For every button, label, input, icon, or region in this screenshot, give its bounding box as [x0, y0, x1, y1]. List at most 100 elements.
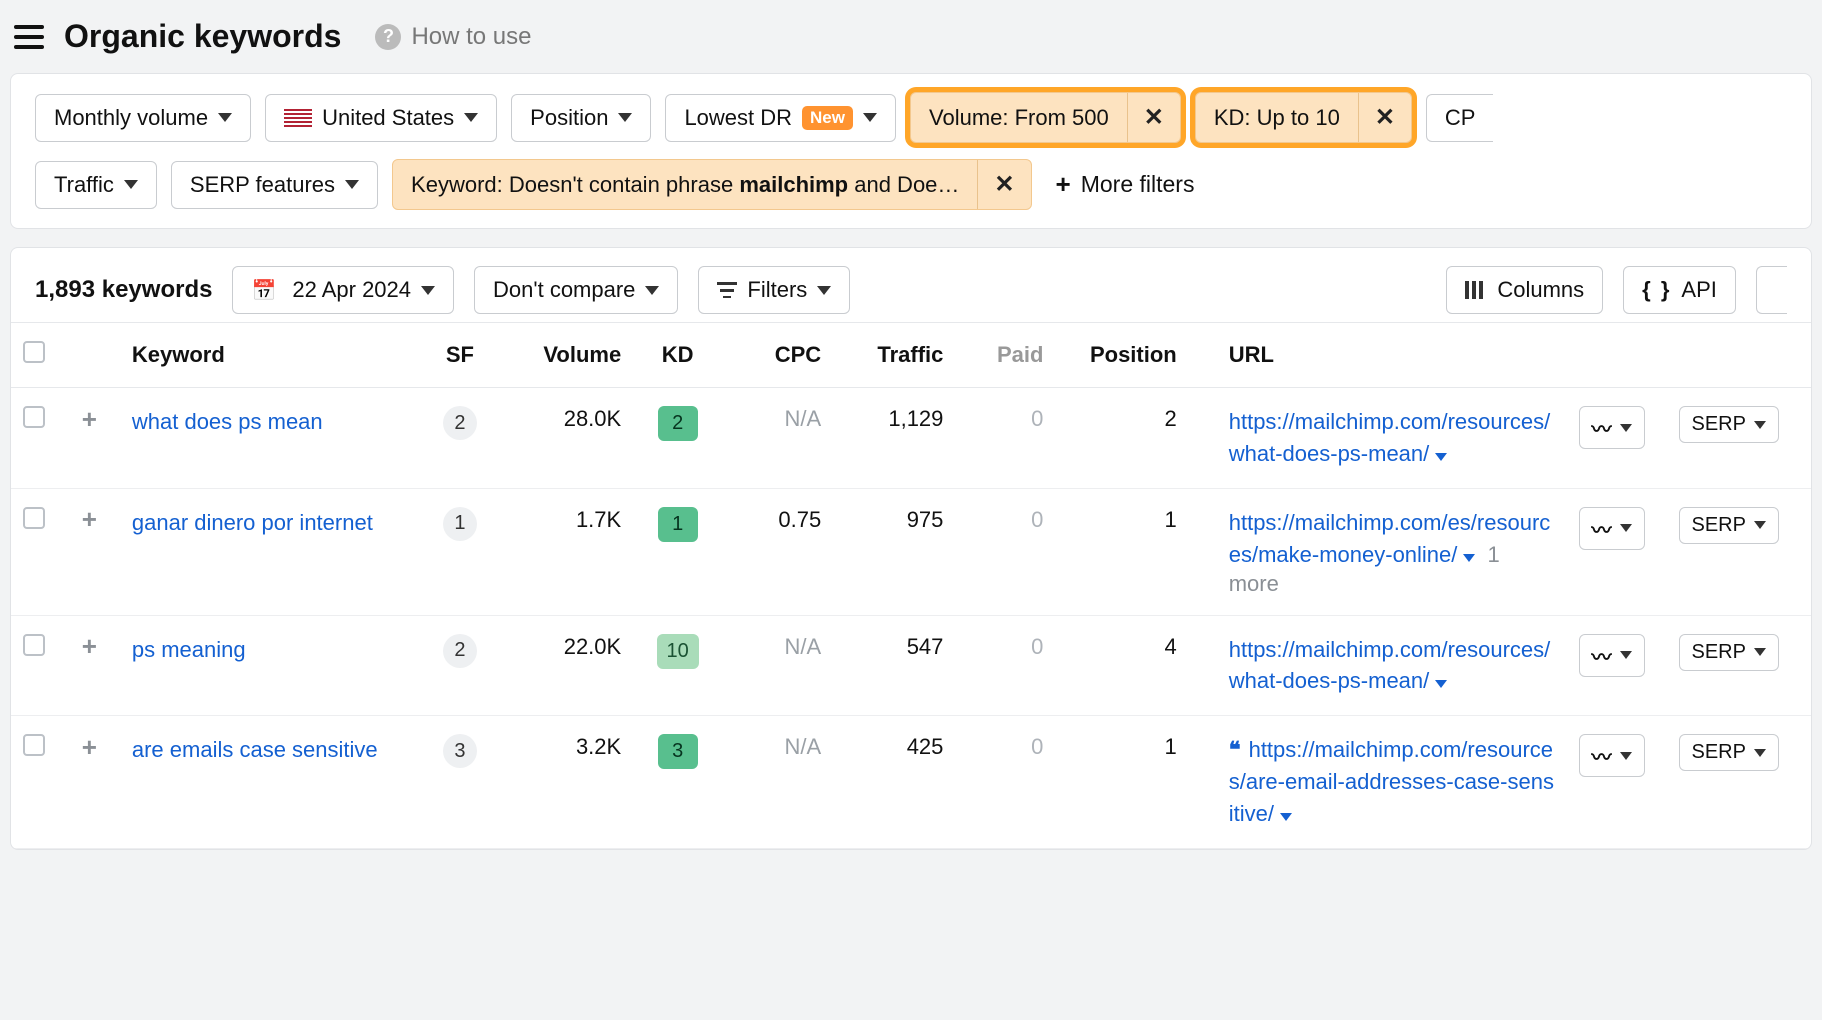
serp-features-label: SERP features	[190, 172, 335, 198]
expand-icon[interactable]: +	[76, 507, 102, 533]
trend-button[interactable]	[1579, 734, 1645, 777]
filter-panel: Monthly volume United States Position Lo…	[10, 73, 1812, 229]
api-button[interactable]: API	[1623, 266, 1736, 314]
volume-value: 1.7K	[500, 488, 633, 615]
flag-us-icon	[284, 109, 312, 127]
url-link[interactable]: https://mailchimp.com/resources/what-doe…	[1229, 409, 1551, 466]
position-value: 1	[1055, 716, 1188, 849]
page-header: Organic keywords ? How to use	[0, 0, 1822, 73]
chevron-down-icon[interactable]	[1435, 680, 1447, 688]
traffic-value: 425	[833, 716, 955, 849]
expand-icon[interactable]: +	[76, 634, 102, 660]
keyword-chip[interactable]: Keyword: Doesn't contain phrase mailchim…	[392, 159, 1032, 210]
traffic-value: 975	[833, 488, 955, 615]
keyword-chip-label: Keyword: Doesn't contain phrase mailchim…	[393, 162, 977, 208]
table-row: + are emails case sensitive 3 3.2K 3 N/A…	[11, 716, 1811, 849]
columns-button[interactable]: Columns	[1446, 266, 1603, 314]
expand-icon[interactable]: +	[76, 734, 102, 760]
featured-snippet-icon: ❝	[1229, 737, 1241, 762]
url-link[interactable]: https://mailchimp.com/resources/are-emai…	[1229, 737, 1554, 826]
col-traffic[interactable]: Traffic	[833, 323, 955, 388]
sf-badge[interactable]: 3	[443, 734, 477, 768]
expand-icon[interactable]: +	[76, 406, 102, 432]
cpc-filter-partial[interactable]: CP	[1426, 94, 1494, 142]
volume-chip[interactable]: Volume: From 500 ✕	[910, 92, 1181, 143]
chevron-down-icon	[1620, 424, 1632, 432]
trend-button[interactable]	[1579, 634, 1645, 677]
plus-icon: +	[1056, 169, 1071, 200]
serp-features-filter[interactable]: SERP features	[171, 161, 378, 209]
col-volume[interactable]: Volume	[500, 323, 633, 388]
traffic-value: 1,129	[833, 388, 955, 489]
menu-icon[interactable]	[14, 25, 44, 49]
date-picker[interactable]: 22 Apr 2024	[232, 266, 454, 314]
how-to-use-link[interactable]: ? How to use	[375, 23, 531, 51]
row-checkbox[interactable]	[23, 507, 45, 529]
sf-badge[interactable]: 2	[443, 634, 477, 668]
country-filter[interactable]: United States	[265, 94, 497, 142]
volume-value: 22.0K	[500, 615, 633, 716]
table-header-row: Keyword SF Volume KD CPC Traffic Paid Po…	[11, 323, 1811, 388]
calendar-icon	[251, 277, 282, 303]
col-kd[interactable]: KD	[633, 323, 722, 388]
url-link[interactable]: https://mailchimp.com/es/resources/make-…	[1229, 510, 1551, 567]
position-filter[interactable]: Position	[511, 94, 651, 142]
keyword-link[interactable]: are emails case sensitive	[132, 737, 378, 762]
more-filters-button[interactable]: + More filters	[1046, 161, 1205, 208]
results-table-wrap: Keyword SF Volume KD CPC Traffic Paid Po…	[10, 322, 1812, 850]
chevron-down-icon	[1620, 752, 1632, 760]
close-icon[interactable]: ✕	[977, 160, 1030, 209]
chevron-down-icon	[421, 286, 435, 295]
chevron-down-icon[interactable]	[1463, 554, 1475, 562]
serp-button[interactable]: SERP	[1679, 406, 1779, 443]
volume-value: 3.2K	[500, 716, 633, 849]
col-url[interactable]: URL	[1189, 323, 1567, 388]
serp-button[interactable]: SERP	[1679, 634, 1779, 671]
trend-icon	[1592, 514, 1612, 543]
sf-badge[interactable]: 1	[443, 507, 477, 541]
overflow-button-partial[interactable]	[1756, 266, 1787, 314]
lowest-dr-filter[interactable]: Lowest DR New	[665, 94, 896, 142]
serp-button[interactable]: SERP	[1679, 507, 1779, 544]
trend-button[interactable]	[1579, 507, 1645, 550]
keyword-chip-bold: mailchimp	[739, 172, 848, 197]
col-paid[interactable]: Paid	[955, 323, 1055, 388]
traffic-filter[interactable]: Traffic	[35, 161, 157, 209]
keyword-link[interactable]: ganar dinero por internet	[132, 510, 373, 535]
position-value: 1	[1055, 488, 1188, 615]
results-toolbar: 1,893 keywords 22 Apr 2024 Don't compare…	[10, 247, 1812, 322]
row-checkbox[interactable]	[23, 734, 45, 756]
serp-button[interactable]: SERP	[1679, 734, 1779, 771]
chevron-down-icon[interactable]	[1435, 453, 1447, 461]
col-position[interactable]: Position	[1055, 323, 1188, 388]
trend-button[interactable]	[1579, 406, 1645, 449]
close-icon[interactable]: ✕	[1358, 93, 1411, 142]
select-all-checkbox[interactable]	[23, 341, 45, 363]
trend-icon	[1592, 413, 1612, 442]
chevron-down-icon	[645, 286, 659, 295]
row-checkbox[interactable]	[23, 406, 45, 428]
monthly-volume-filter[interactable]: Monthly volume	[35, 94, 251, 142]
col-cpc[interactable]: CPC	[722, 323, 833, 388]
row-checkbox[interactable]	[23, 634, 45, 656]
how-to-use-label: How to use	[411, 23, 531, 51]
keyword-link[interactable]: what does ps mean	[132, 409, 323, 434]
url-link[interactable]: https://mailchimp.com/resources/what-doe…	[1229, 637, 1551, 694]
chevron-down-icon[interactable]	[1280, 813, 1292, 821]
kd-chip[interactable]: KD: Up to 10 ✕	[1195, 92, 1412, 143]
col-keyword[interactable]: Keyword	[120, 323, 420, 388]
monthly-volume-label: Monthly volume	[54, 105, 208, 131]
more-filters-label: More filters	[1081, 171, 1195, 198]
compare-dropdown[interactable]: Don't compare	[474, 266, 678, 314]
keyword-link[interactable]: ps meaning	[132, 637, 246, 662]
close-icon[interactable]: ✕	[1127, 93, 1180, 142]
chevron-down-icon	[1754, 749, 1766, 757]
position-label: Position	[530, 105, 608, 131]
filters-dropdown[interactable]: Filters	[698, 266, 850, 314]
table-row: + ps meaning 2 22.0K 10 N/A 547 0 4 http…	[11, 615, 1811, 716]
col-sf[interactable]: SF	[420, 323, 500, 388]
country-label: United States	[322, 105, 454, 131]
trend-icon	[1592, 741, 1612, 770]
traffic-value: 547	[833, 615, 955, 716]
sf-badge[interactable]: 2	[443, 406, 477, 440]
